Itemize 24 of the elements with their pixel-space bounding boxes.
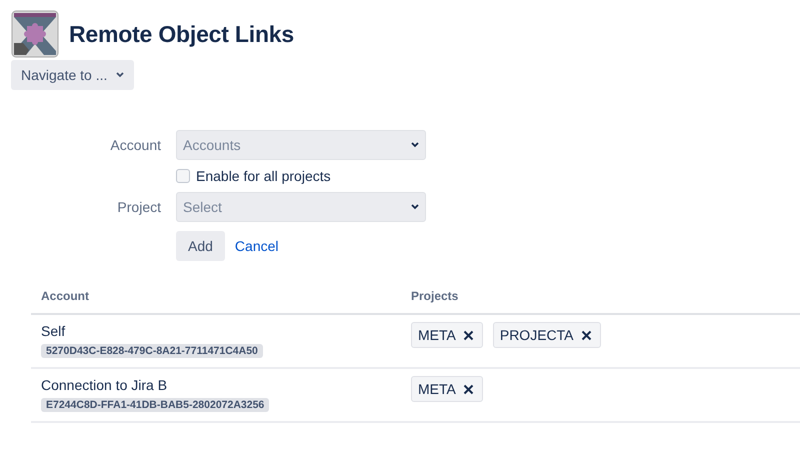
cancel-link[interactable]: Cancel xyxy=(234,238,279,254)
project-label: Project xyxy=(116,199,161,215)
account-label: Account xyxy=(109,137,161,153)
close-icon[interactable] xyxy=(462,330,474,340)
chevron-down-icon xyxy=(411,204,419,210)
project-name: PROJECTA xyxy=(500,327,574,343)
account-name: Connection to Jira B xyxy=(41,377,168,393)
account-name: Self xyxy=(41,323,66,339)
checkbox[interactable] xyxy=(176,169,190,183)
project-name: META xyxy=(418,381,456,397)
project-name: META xyxy=(418,327,456,343)
chevron-down-icon xyxy=(116,72,124,78)
chevron-down-icon xyxy=(411,142,419,148)
column-header: Projects xyxy=(411,289,458,303)
checkbox-label: Enable for all projects xyxy=(196,168,331,184)
account-id-badge: 5270D43C-E828-479C-8A21-7711471C4A50 xyxy=(41,344,263,358)
close-icon[interactable] xyxy=(580,330,592,340)
account-id-badge: E7244C8D-FFA1-41DB-BAB5-2802072A3256 xyxy=(41,398,270,412)
app-logo-icon xyxy=(11,10,59,58)
page-title: Remote Object Links xyxy=(69,20,294,48)
navigate-dropdown[interactable]: Navigate to ... xyxy=(11,60,134,90)
column-header: Account xyxy=(41,289,89,303)
add-button[interactable]: Add xyxy=(176,231,225,261)
close-icon[interactable] xyxy=(462,384,474,394)
